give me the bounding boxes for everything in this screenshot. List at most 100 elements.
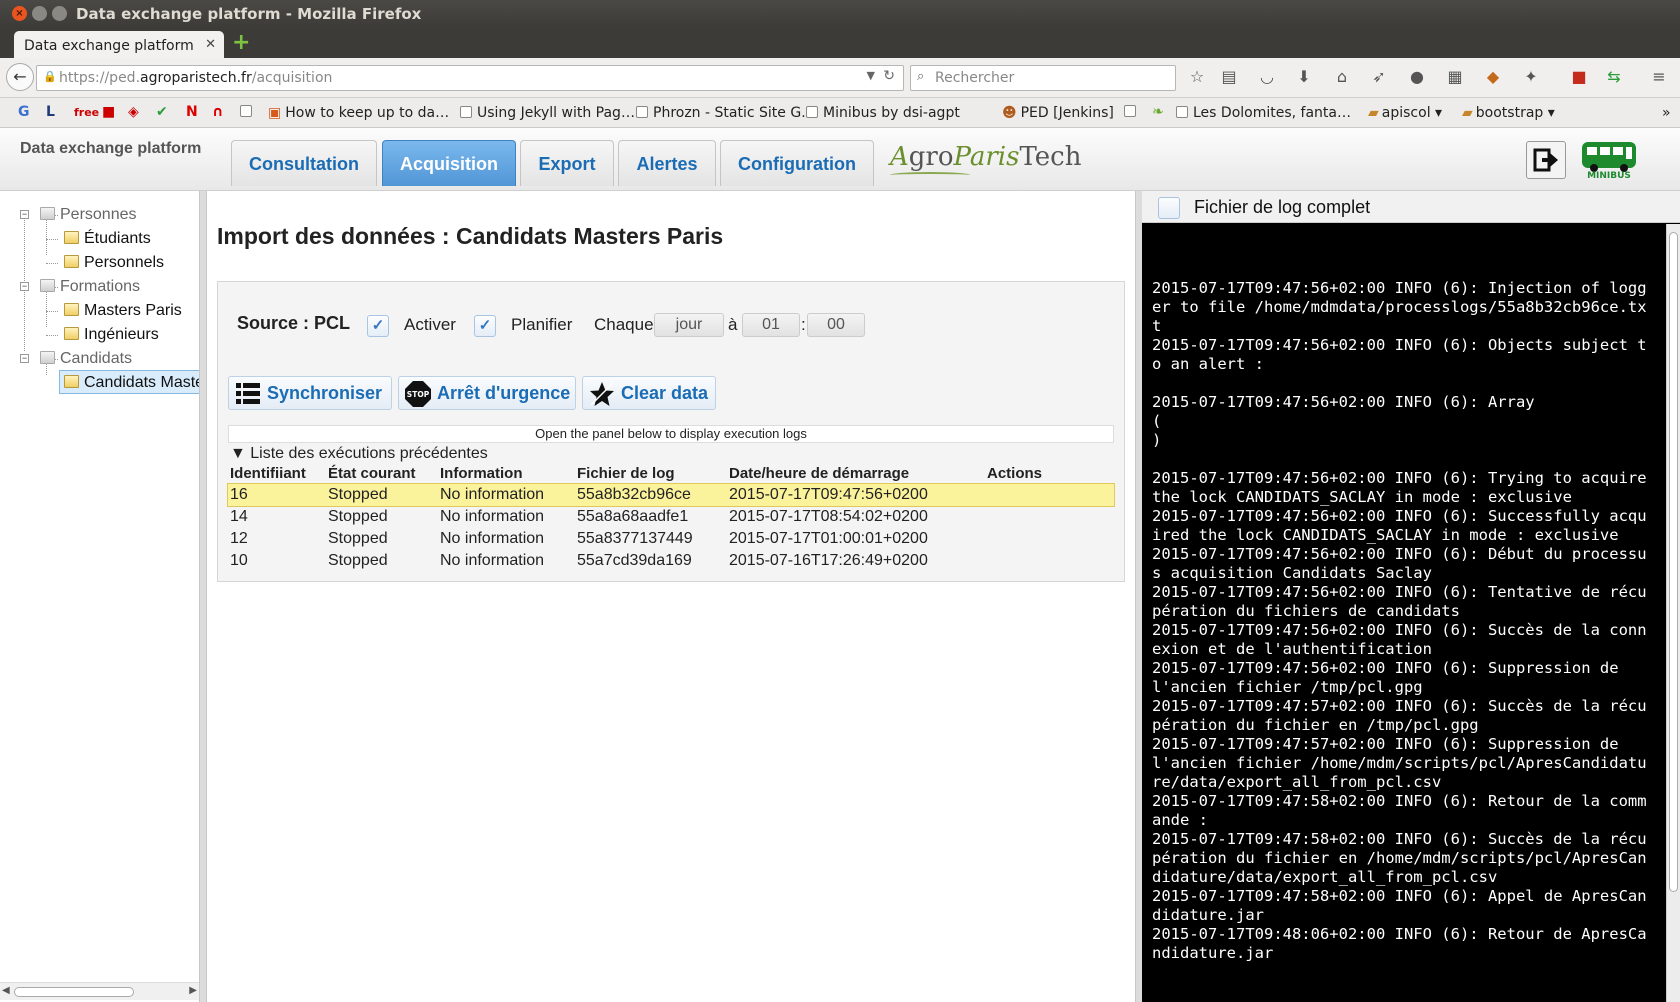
tree-node-personnes[interactable]: Personnes — [40, 203, 137, 227]
scroll-left-icon[interactable]: ◀ — [2, 985, 10, 996]
cell-logfile[interactable]: 55a8377137449 — [575, 528, 727, 550]
search-placeholder: Rechercher — [935, 70, 1015, 86]
executions-list-toggle[interactable]: ▼ Liste des exécutions précédentes — [230, 445, 488, 463]
table-header-row: Identifiiant État courant Information Fi… — [228, 462, 1114, 484]
bookmark-item[interactable]: ▣ How to keep up to da… — [268, 105, 449, 121]
tab-configuration[interactable]: Configuration — [720, 140, 874, 186]
clear-data-button[interactable]: Clear data — [582, 376, 716, 410]
collapse-icon[interactable]: − — [20, 210, 29, 219]
tree-node-etudiants[interactable]: Étudiants — [64, 227, 151, 251]
cell-id: 16 — [228, 484, 326, 506]
window-minimize-icon[interactable] — [32, 6, 47, 21]
menu-icon[interactable]: ≡ — [1648, 67, 1670, 86]
bookmarks-bar: G L free ■ ◈ ✔ N ∩ ▣ How to keep up to da… — [0, 98, 1680, 128]
bookmarks-overflow-icon[interactable]: » — [1662, 105, 1671, 121]
pocket-icon[interactable]: ◡ — [1256, 67, 1278, 86]
tab-export[interactable]: Export — [520, 140, 614, 186]
cell-date: 2015-07-17T09:47:56+0200 — [727, 484, 985, 506]
reading-list-icon[interactable]: ▤ — [1218, 67, 1240, 86]
tree-node-formations[interactable]: Formations — [40, 275, 140, 299]
browser-tab[interactable]: Data exchange platform ✕ — [14, 31, 224, 58]
new-tab-icon[interactable]: + — [232, 32, 250, 54]
home-icon[interactable]: ⌂ — [1331, 67, 1353, 86]
collapse-icon[interactable]: − — [20, 354, 29, 363]
tab-alertes[interactable]: Alertes — [618, 140, 716, 186]
synchroniser-button[interactable]: Synchroniser — [228, 376, 392, 410]
planifier-checkbox[interactable]: ✓ — [474, 315, 496, 337]
minute-input[interactable]: 00 — [807, 313, 865, 337]
bookmark-item[interactable]: Minibus by dsi-agpt — [806, 105, 960, 121]
sync-icon[interactable]: ⇆ — [1603, 67, 1625, 86]
adblock-icon[interactable]: ■ — [1568, 67, 1590, 86]
activer-checkbox[interactable]: ✓ — [367, 315, 389, 337]
logout-button[interactable] — [1526, 141, 1566, 179]
bookmark-item[interactable]: ☻ PED [Jenkins] — [1002, 105, 1114, 121]
log-complete-checkbox[interactable] — [1158, 197, 1180, 219]
a-label: à — [728, 315, 738, 334]
send-icon[interactable]: ➶ — [1368, 67, 1390, 86]
back-icon[interactable]: ← — [6, 63, 34, 91]
cell-info: No information — [440, 508, 545, 525]
translate-icon[interactable]: G — [18, 104, 30, 120]
table-row[interactable]: 16 Stopped No information 55a8b32cb96ce … — [227, 483, 1115, 507]
folder-icon — [40, 207, 55, 220]
scrollbar-thumb[interactable] — [1669, 232, 1678, 892]
arc-icon[interactable]: ∩ — [212, 104, 223, 120]
reload-icon[interactable]: ↻ — [883, 68, 895, 84]
cell-logfile[interactable]: 55a8b32cb96ce — [575, 484, 727, 506]
scroll-right-icon[interactable]: ▶ — [189, 985, 197, 996]
bookmark-folder[interactable]: ▰ apiscol ▾ — [1368, 105, 1442, 121]
bookmark-item[interactable]: Les Dolomites, fanta… — [1176, 105, 1351, 121]
tab-acquisition[interactable]: Acquisition — [382, 140, 516, 186]
table-row[interactable]: 10 Stopped No information 55a7cd39da169 … — [228, 550, 1114, 572]
url-bar[interactable]: 🔒 https://ped.agroparistech.fr/acquisiti… — [36, 65, 904, 91]
folder-icon — [64, 303, 79, 316]
bookmark-logo-icon[interactable]: L — [46, 104, 55, 120]
extension-menu-icon[interactable]: ✦ — [1520, 67, 1542, 86]
tab-close-icon[interactable]: ✕ — [205, 37, 216, 52]
arret-urgence-button[interactable]: STOP Arrêt d'urgence — [398, 376, 576, 410]
tree-node-masters-paris[interactable]: Masters Paris — [64, 299, 182, 323]
window-close-icon[interactable]: × — [12, 6, 27, 21]
blank-bookmark-icon[interactable] — [240, 104, 257, 120]
bank-icon[interactable]: ■ — [102, 104, 115, 120]
scrollbar-thumb[interactable] — [14, 987, 134, 997]
tree-node-candidats[interactable]: Candidats — [40, 347, 132, 371]
table-row[interactable]: 14 Stopped No information 55a8a68aadfe1 … — [228, 506, 1114, 528]
chat-icon[interactable]: ● — [1406, 67, 1428, 86]
table-row[interactable]: 12 Stopped No information 55a8377137449 … — [228, 528, 1114, 550]
search-input[interactable]: ⌕ Rechercher — [910, 65, 1176, 91]
star-icon[interactable]: ☆ — [1186, 67, 1208, 86]
tree-node-ingenieurs[interactable]: Ingénieurs — [64, 323, 159, 347]
tree-node-personnels[interactable]: Personnels — [64, 251, 164, 275]
tree-node-candidats-masters-paris[interactable]: Candidats Masters Paris — [59, 370, 199, 394]
window-maximize-icon[interactable] — [52, 6, 67, 21]
folder-icon — [64, 255, 79, 268]
bookmark-item[interactable]: Using Jekyll with Pag… — [460, 105, 635, 121]
period-select[interactable]: jour — [654, 313, 724, 337]
netflix-icon[interactable]: N — [186, 104, 198, 120]
bookmark-folder[interactable]: ▰ bootstrap ▾ — [1462, 105, 1555, 121]
bookmark-item[interactable]: Phrozn - Static Site G… — [636, 105, 815, 121]
url-host: agroparistech.fr — [140, 70, 252, 86]
check-icon[interactable]: ✔ — [156, 104, 168, 120]
hour-input[interactable]: 01 — [742, 313, 800, 337]
tab-consultation[interactable]: Consultation — [231, 140, 377, 186]
blank-bookmark-icon[interactable] — [1124, 104, 1141, 120]
url-prefix: https://ped. — [59, 70, 141, 86]
app-title: Data exchange platform — [20, 140, 202, 157]
free-icon[interactable]: free — [74, 106, 99, 119]
col-fichier-log: Fichier de log — [577, 464, 675, 482]
download-icon[interactable]: ⬇ — [1293, 67, 1315, 86]
tree-horizontal-scrollbar[interactable]: ◀ ▶ — [0, 982, 199, 1000]
log-vertical-scrollbar[interactable] — [1666, 224, 1680, 1002]
leaf-icon[interactable]: ❧ — [1152, 104, 1164, 120]
keyboard-icon[interactable]: ▦ — [1444, 67, 1466, 86]
window-titlebar: × Data exchange platform - Mozilla Firef… — [0, 0, 1680, 28]
cell-logfile[interactable]: 55a8a68aadfe1 — [575, 506, 727, 528]
url-dropdown-icon[interactable]: ▼ — [867, 69, 875, 82]
cell-logfile[interactable]: 55a7cd39da169 — [575, 550, 727, 572]
addon-icon[interactable]: ◆ — [1482, 67, 1504, 86]
collapse-icon[interactable]: − — [20, 282, 29, 291]
news-icon[interactable]: ◈ — [128, 104, 139, 120]
